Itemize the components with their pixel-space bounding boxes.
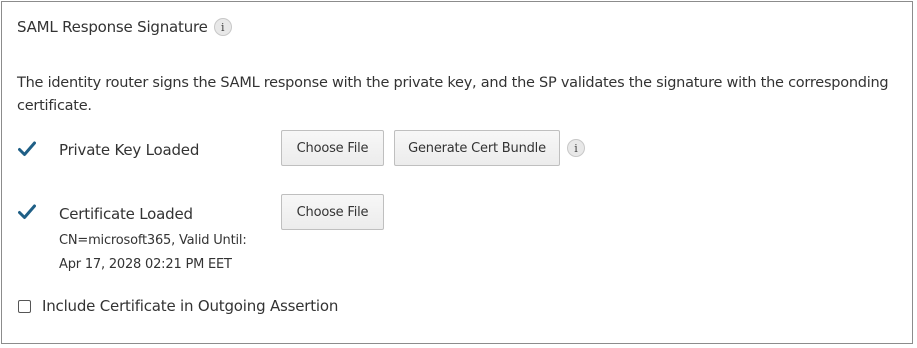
saml-response-signature-panel: SAML Response Signature i The identity r… <box>1 1 913 344</box>
certificate-valid-until-text: Apr 17, 2028 02:21 PM EET <box>59 257 232 272</box>
include-certificate-row[interactable]: Include Certificate in Outgoing Assertio… <box>18 297 338 315</box>
private-key-status-label: Private Key Loaded <box>59 141 200 159</box>
include-certificate-checkbox[interactable] <box>18 299 31 313</box>
checkmark-icon <box>18 204 36 219</box>
certificate-cn-text: CN=microsoft365, Valid Until: <box>59 233 247 248</box>
certificate-choose-file-button[interactable]: Choose File <box>281 194 384 230</box>
generate-cert-bundle-button[interactable]: Generate Cert Bundle <box>394 130 560 166</box>
info-icon[interactable]: i <box>567 139 585 157</box>
checkmark-icon <box>18 141 36 156</box>
private-key-choose-file-button[interactable]: Choose File <box>281 130 384 166</box>
section-title-row: SAML Response Signature i <box>17 18 232 36</box>
certificate-status-label: Certificate Loaded <box>59 205 193 223</box>
include-certificate-label[interactable]: Include Certificate in Outgoing Assertio… <box>42 297 338 315</box>
section-title: SAML Response Signature <box>17 18 208 36</box>
section-description: The identity router signs the SAML respo… <box>17 75 889 114</box>
info-icon[interactable]: i <box>213 18 232 36</box>
